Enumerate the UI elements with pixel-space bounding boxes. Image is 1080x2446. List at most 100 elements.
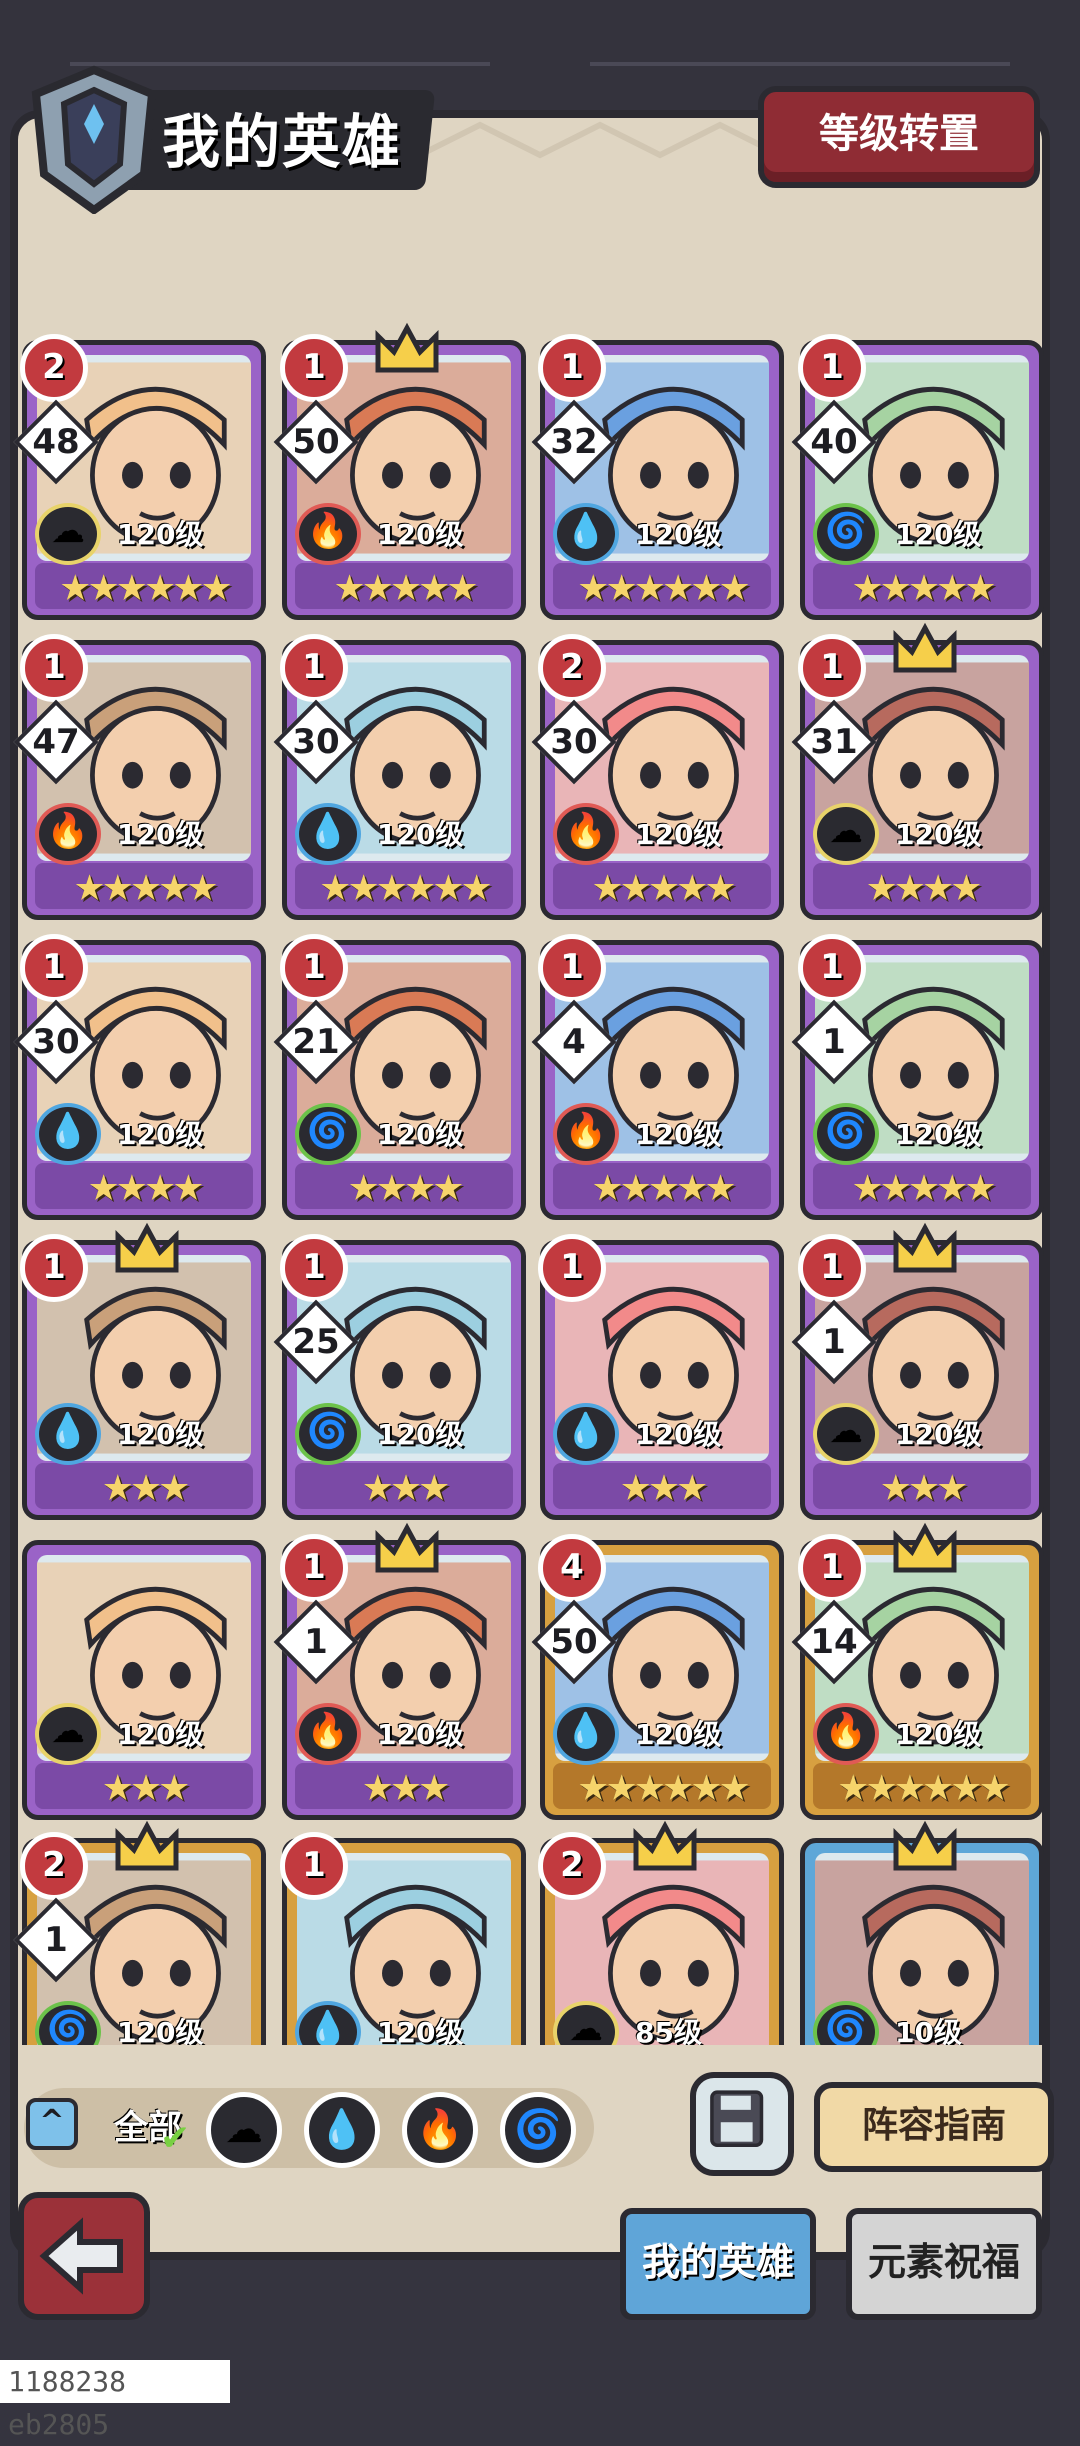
hero-grid: ★★★★★★ ☁ 120级 2 48 ★★★★★ 🔥 120级 1 50 ★★★★★★ 💧 120级 1 3… (0, 0, 1080, 2045)
star-rating: ★★★★★ (591, 868, 736, 909)
star-rating: ★★★★★★ (319, 868, 493, 909)
fire-element-icon: 🔥 (295, 1703, 361, 1765)
level-badge-number: 32 (550, 422, 598, 462)
hero-level: 120级 (377, 1418, 464, 1451)
crown-icon (630, 1820, 700, 1876)
hero-level: 120级 (895, 1718, 982, 1751)
star-rating: ★★★ (361, 1768, 451, 1809)
hero-level: 120级 (377, 1718, 464, 1751)
rank-badge: 1 (798, 334, 866, 402)
level-badge-number: 1 (304, 1622, 328, 1662)
crown-icon (372, 1522, 442, 1578)
wind-element-icon: 🌀 (295, 1403, 361, 1465)
rank-badge: 1 (798, 934, 866, 1002)
hero-level: 120级 (377, 518, 464, 551)
water-element-icon: 💧 (35, 1103, 101, 1165)
star-rating: ★★★★★★ (577, 568, 751, 609)
rank-badge: 1 (538, 934, 606, 1002)
crown-icon (112, 1820, 182, 1876)
water-element-icon: 💧 (553, 503, 619, 565)
hero-level: 120级 (117, 1118, 204, 1151)
water-element-icon: 💧 (295, 803, 361, 865)
expand-toggle-button[interactable]: ^ (26, 2098, 78, 2150)
star-rating: ★★★ (361, 1468, 451, 1509)
filter-earth-icon[interactable]: ☁ (206, 2092, 282, 2168)
hero-level: 120级 (117, 1418, 204, 1451)
crown-icon (890, 1522, 960, 1578)
crown-icon (890, 622, 960, 678)
hero-level: 120级 (117, 1718, 204, 1751)
hero-level: 120级 (635, 1718, 722, 1751)
rank-badge: 1 (20, 1234, 88, 1302)
star-rating: ★★★★★ (851, 1168, 996, 1209)
rank-badge: 1 (798, 1534, 866, 1602)
filter-wind-icon[interactable]: 🌀 (500, 2092, 576, 2168)
hero-level: 120级 (117, 518, 204, 551)
water-element-icon: 💧 (553, 1403, 619, 1465)
tab-element-blessing[interactable]: 元素祝福 (846, 2208, 1042, 2320)
rank-badge: 4 (538, 1534, 606, 1602)
star-rating: ★★★ (101, 1468, 191, 1509)
rank-badge: 2 (20, 334, 88, 402)
level-badge-number: 21 (292, 1022, 340, 1062)
level-badge-number: 1 (44, 1920, 68, 1960)
tab-my-heroes[interactable]: 我的英雄 (620, 2208, 816, 2320)
level-badge-number: 1 (822, 1022, 846, 1062)
lineup-save-icon[interactable] (690, 2072, 794, 2176)
star-rating: ★★★ (879, 1468, 969, 1509)
rank-badge: 1 (280, 334, 348, 402)
crown-icon (890, 1820, 960, 1876)
level-badge-number: 25 (292, 1322, 340, 1362)
back-arrow-icon (39, 2217, 123, 2295)
rank-badge: 1 (280, 1832, 348, 1900)
star-rating: ★★★★★★ (577, 1768, 751, 1809)
hero-level: 120级 (895, 518, 982, 551)
wind-element-icon: 🌀 (813, 503, 879, 565)
earth-element-icon: ☁ (813, 1403, 879, 1465)
wind-element-icon: 🌀 (295, 1103, 361, 1165)
level-badge-number: 40 (810, 422, 858, 462)
hero-level: 120级 (377, 818, 464, 851)
hero-level: 120级 (895, 818, 982, 851)
rank-badge: 1 (280, 1234, 348, 1302)
star-rating: ★★★ (101, 1768, 191, 1809)
filter-water-icon[interactable]: 💧 (304, 2092, 380, 2168)
water-element-icon: 💧 (553, 1703, 619, 1765)
fire-element-icon: 🔥 (553, 803, 619, 865)
rank-badge: 2 (538, 634, 606, 702)
level-badge-number: 31 (810, 722, 858, 762)
rank-badge: 1 (280, 934, 348, 1002)
fire-element-icon: 🔥 (295, 503, 361, 565)
level-badge-number: 30 (32, 1022, 80, 1062)
level-badge-number: 14 (810, 1622, 858, 1662)
rank-badge: 2 (538, 1832, 606, 1900)
level-badge-number: 30 (292, 722, 340, 762)
rank-badge: 2 (20, 1832, 88, 1900)
earth-element-icon: ☁ (35, 1703, 101, 1765)
crown-icon (112, 1222, 182, 1278)
hero-level: 120级 (635, 518, 722, 551)
rank-badge: 1 (280, 1534, 348, 1602)
hero-card[interactable]: ★★★ ☁ 120级 (22, 1540, 266, 1820)
rank-badge: 1 (798, 634, 866, 702)
filter-fire-icon[interactable]: 🔥 (402, 2092, 478, 2168)
crown-icon (890, 1222, 960, 1278)
level-badge-number: 50 (550, 1622, 598, 1662)
fire-element-icon: 🔥 (813, 1703, 879, 1765)
level-badge-number: 50 (292, 422, 340, 462)
back-button[interactable] (18, 2192, 150, 2320)
star-rating: ★★★★★ (851, 568, 996, 609)
hero-level: 120级 (117, 818, 204, 851)
hero-level: 120级 (635, 1418, 722, 1451)
rank-badge: 1 (538, 334, 606, 402)
footer-id-label: 1188238 eb2805 (0, 2360, 230, 2441)
star-rating: ★★★★★★ (837, 1768, 1011, 1809)
water-element-icon: 💧 (35, 1403, 101, 1465)
rank-badge: 1 (280, 634, 348, 702)
lineup-guide-button[interactable]: 阵容指南 (814, 2082, 1054, 2172)
level-badge-number: 48 (32, 422, 80, 462)
hero-level: 10级 (895, 2016, 962, 2045)
star-rating: ★★★★★★ (59, 568, 233, 609)
check-icon: ✔ (160, 2118, 191, 2159)
hero-level: 120级 (377, 1118, 464, 1151)
